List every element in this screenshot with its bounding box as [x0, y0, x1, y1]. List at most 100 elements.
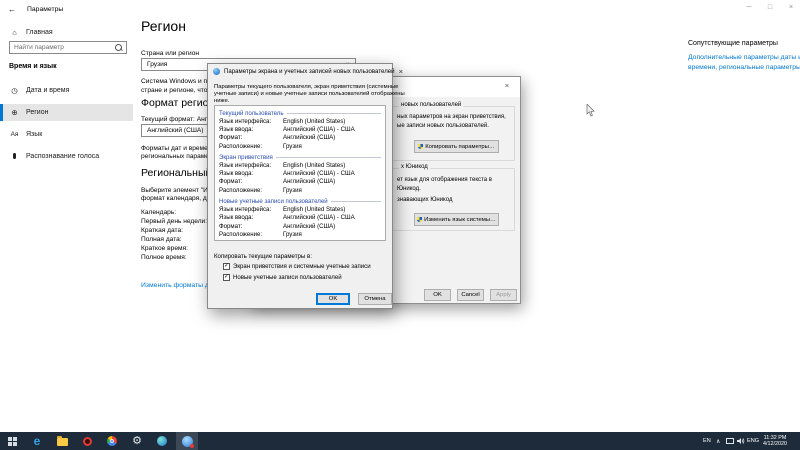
- globe-icon: ⊕: [10, 108, 19, 117]
- tray-language-indicator[interactable]: ENG: [747, 432, 759, 450]
- close-icon[interactable]: ×: [784, 4, 798, 11]
- page-title: Регион: [141, 18, 186, 34]
- row-format: Формат:Английский (США): [219, 178, 381, 186]
- row-ui-language: Язык интерфейса:English (United States): [219, 118, 381, 126]
- gear-icon: ⚙: [132, 436, 142, 447]
- checkbox-new-accounts[interactable]: Новые учетные записи пользователей: [223, 274, 342, 281]
- tray-chevron-up-icon[interactable]: ∧: [716, 432, 720, 450]
- checkbox-label: Экран приветствия и системные учетные за…: [233, 263, 371, 270]
- checkbox-checked-icon[interactable]: [223, 263, 230, 270]
- tray-volume-icon[interactable]: [737, 432, 745, 450]
- regional-desc-line1: Выберите элемент "Из: [141, 187, 211, 194]
- group-welcome-screen-title: Экран приветствия: [219, 154, 381, 162]
- admin-apply-button[interactable]: Apply: [490, 289, 517, 301]
- admin-close-icon[interactable]: ×: [500, 81, 514, 90]
- sidebar-item-home[interactable]: ⌂ Главная: [0, 24, 133, 41]
- format-rows: Календарь: Первый день недели: Краткая д…: [141, 208, 207, 262]
- row-location: Расположение:Грузия: [219, 187, 381, 195]
- group-current-user-title: Текущий пользователь: [219, 110, 381, 118]
- admin-welcome-text2: ые записи новых пользователей.: [397, 123, 489, 129]
- row-calendar: Календарь:: [141, 208, 207, 217]
- taskbar-opera-icon[interactable]: [77, 432, 97, 450]
- copy-settings-label: Копировать параметры…: [425, 144, 495, 150]
- start-button[interactable]: [2, 432, 22, 450]
- speaker-icon: [737, 437, 745, 445]
- taskbar-explorer-icon[interactable]: [52, 432, 72, 450]
- maximize-icon[interactable]: □: [763, 4, 777, 11]
- row-input-language: Язык ввода:Английский (США) - США: [219, 170, 381, 178]
- dialog-title: Параметры экрана и учетных записей новых…: [224, 68, 395, 75]
- sphere-icon: [157, 436, 167, 446]
- dialog-ok-button[interactable]: OK: [316, 293, 350, 305]
- row-ui-language: Язык интерфейса:English (United States): [219, 206, 381, 214]
- sidebar-item-language[interactable]: Aя Язык: [0, 126, 133, 143]
- current-format-label: Текущий формат: Англ: [141, 116, 211, 123]
- format-desc-line2: региональных параметр: [141, 153, 215, 160]
- sidebar-item-label: Язык: [26, 131, 42, 138]
- minimize-icon[interactable]: ─: [742, 4, 756, 11]
- sidebar-item-region[interactable]: ⊕ Регион: [0, 104, 133, 121]
- change-locale-button[interactable]: Изменить язык системы…: [414, 213, 499, 226]
- dialog-description-line1: Параметры текущего пользователя, экран п…: [214, 84, 398, 91]
- sidebar-item-label: Дата и время: [26, 87, 69, 94]
- admin-group-welcome-title: новых пользователей: [399, 102, 463, 108]
- change-locale-label: Изменить язык системы…: [424, 217, 496, 223]
- change-formats-link[interactable]: Изменить форматы дан: [141, 282, 216, 289]
- taskbar-settings-icon[interactable]: ⚙: [127, 432, 147, 450]
- mouse-cursor: [586, 104, 595, 117]
- windows-logo-icon: [8, 437, 17, 446]
- copy-settings-label: Копировать текущие параметры в:: [214, 253, 312, 260]
- dialog-cancel-button[interactable]: Отмена: [358, 293, 392, 305]
- search-input[interactable]: Найти параметр: [9, 41, 127, 54]
- chrome-icon: [107, 436, 117, 446]
- tray-display-icon[interactable]: [726, 432, 734, 450]
- taskbar-app-icon[interactable]: [152, 432, 172, 450]
- admin-group-unicode-title: х Юникод: [399, 164, 430, 170]
- sidebar-home-label: Главная: [26, 29, 53, 36]
- uac-shield-icon: [418, 144, 423, 150]
- row-location: Расположение:Грузия: [219, 231, 381, 239]
- format-value: Английский (США): [147, 127, 204, 134]
- dialog-close-icon[interactable]: ×: [399, 67, 403, 76]
- admin-ok-button[interactable]: OK: [424, 289, 451, 301]
- opera-icon: [83, 437, 92, 446]
- back-arrow-icon[interactable]: ←: [8, 5, 16, 14]
- related-link-line2[interactable]: времени, региональные параметры: [688, 64, 800, 71]
- sidebar-item-label: Регион: [26, 109, 48, 116]
- taskbar-edge-icon[interactable]: e: [27, 432, 47, 450]
- microphone-icon: [10, 152, 19, 161]
- dialog-description-line3: ниже.: [214, 98, 229, 105]
- country-label: Страна или регион: [141, 50, 199, 57]
- row-format: Формат:Английский (США): [219, 134, 381, 142]
- tray-clock[interactable]: 11:32 PM 4/12/2020: [763, 432, 787, 450]
- row-long-time: Полное время:: [141, 253, 207, 262]
- checkbox-welcome-screen[interactable]: Экран приветствия и системные учетные за…: [223, 263, 371, 270]
- row-first-day: Первый день недели:: [141, 217, 207, 226]
- row-format: Формат:Английский (США): [219, 223, 381, 231]
- dialog-settings-panel: Текущий пользователь Язык интерфейса:Eng…: [214, 105, 386, 241]
- taskbar-chrome-icon[interactable]: [102, 432, 122, 450]
- copy-settings-button[interactable]: Копировать параметры…: [414, 140, 499, 153]
- taskbar-active-region-app[interactable]: [176, 432, 198, 450]
- home-icon: ⌂: [10, 28, 19, 37]
- folder-icon: [57, 438, 68, 446]
- tray-date: 4/12/2020: [763, 441, 787, 448]
- taskbar: e ⚙ EN ∧ ENG 11:32 PM 4/12/2020: [0, 432, 800, 450]
- monitor-icon: [726, 438, 734, 444]
- format-desc-line1: Форматы дат и времени: [141, 145, 215, 152]
- search-placeholder: Найти параметр: [14, 44, 64, 51]
- checkbox-label: Новые учетные записи пользователей: [233, 274, 342, 281]
- tray-input-indicator[interactable]: EN: [703, 432, 711, 450]
- admin-cancel-button[interactable]: Cancel: [457, 289, 484, 301]
- edge-icon: e: [34, 435, 41, 447]
- checkbox-checked-icon[interactable]: [223, 274, 230, 281]
- regional-desc-line2: формат календаря, дат: [141, 195, 213, 202]
- admin-unicode-text2: Юникод.: [397, 186, 421, 192]
- dialog-globe-icon: [213, 68, 220, 75]
- related-link-line1[interactable]: Дополнительные параметры даты и: [688, 54, 800, 61]
- search-icon: [115, 44, 122, 51]
- sidebar-item-speech[interactable]: Распознавание голоса: [0, 148, 133, 165]
- sidebar-section-header: Время и язык: [9, 63, 57, 70]
- row-input-language: Язык ввода:Английский (США) - США: [219, 214, 381, 222]
- sidebar-item-date-time[interactable]: ◷ Дата и время: [0, 82, 133, 99]
